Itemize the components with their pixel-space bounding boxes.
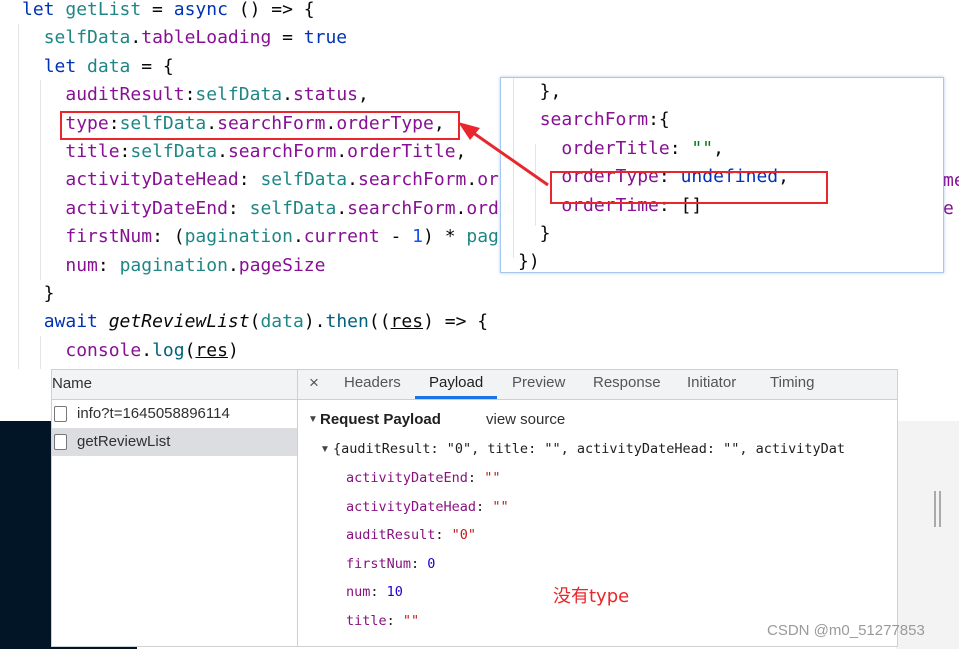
checkbox[interactable] [54, 406, 67, 422]
detail-tabs: × Headers Payload Preview Response Initiator… [298, 370, 897, 400]
payload-property[interactable]: auditResult: "0" [346, 527, 476, 543]
payload-property[interactable]: num: 10 [346, 584, 403, 600]
dark-sidebar [0, 421, 51, 649]
arrow-head [458, 122, 480, 140]
property-value: "" [402, 613, 420, 629]
tab-payload[interactable]: Payload [415, 370, 498, 399]
property-value: "0" [451, 527, 477, 544]
payload-property[interactable]: firstNum: 0 [346, 556, 435, 572]
arrow-line [471, 130, 549, 187]
view-source-link[interactable]: view source [486, 411, 565, 428]
payload-property[interactable]: activityDateEnd: "" [346, 470, 500, 486]
colon: : [411, 555, 428, 572]
payload-property[interactable]: activityDateHead: "" [346, 499, 509, 515]
request-list: Name info?t=1645058896114 getReviewList [52, 370, 298, 646]
property-value: "" [484, 470, 501, 486]
close-icon[interactable]: × [309, 370, 319, 399]
request-name: getReviewList [77, 433, 171, 450]
property-key: title [346, 613, 387, 629]
property-key: auditResult [346, 527, 436, 544]
name-column-header[interactable]: Name [52, 370, 297, 400]
payload-property[interactable]: title: "" [346, 613, 419, 629]
watermark: CSDN @m0_51277853 [767, 622, 925, 639]
colon: : [435, 527, 452, 544]
property-key: num [346, 584, 371, 601]
request-row[interactable]: info?t=1645058896114 [52, 400, 297, 428]
payload-summary[interactable]: {auditResult: "0", title: "", activityDa… [333, 441, 903, 457]
tab-headers[interactable]: Headers [330, 370, 415, 399]
tab-initiator[interactable]: Initiator [673, 370, 750, 399]
payload-view: ▼ Request Payload view source ▼ {auditRe… [298, 400, 897, 646]
tab-preview[interactable]: Preview [498, 370, 579, 399]
colon: : [476, 498, 493, 515]
scrollbar[interactable] [934, 491, 941, 527]
background-panel [896, 421, 959, 649]
collapse-triangle-icon[interactable]: ▼ [308, 414, 318, 425]
devtools-network-panel: Name info?t=1645058896114 getReviewList ×… [51, 369, 898, 647]
expand-triangle-icon[interactable]: ▼ [320, 444, 330, 455]
property-value: "" [492, 498, 509, 515]
colon: : [370, 584, 387, 601]
request-row[interactable]: getReviewList [52, 428, 297, 456]
request-name: info?t=1645058896114 [77, 405, 230, 422]
colon: : [386, 613, 403, 629]
tab-timing[interactable]: Timing [756, 370, 828, 399]
annotation-note: 没有type [553, 586, 630, 607]
property-key: activityDateHead [346, 498, 477, 515]
colon: : [467, 470, 485, 486]
request-payload-title[interactable]: Request Payload [320, 411, 441, 428]
property-key: firstNum [346, 555, 412, 572]
property-key: activityDateEnd [346, 470, 468, 486]
property-value: 0 [427, 555, 436, 572]
checkbox[interactable] [54, 434, 67, 450]
property-value: 10 [386, 584, 403, 601]
tab-response[interactable]: Response [579, 370, 675, 399]
